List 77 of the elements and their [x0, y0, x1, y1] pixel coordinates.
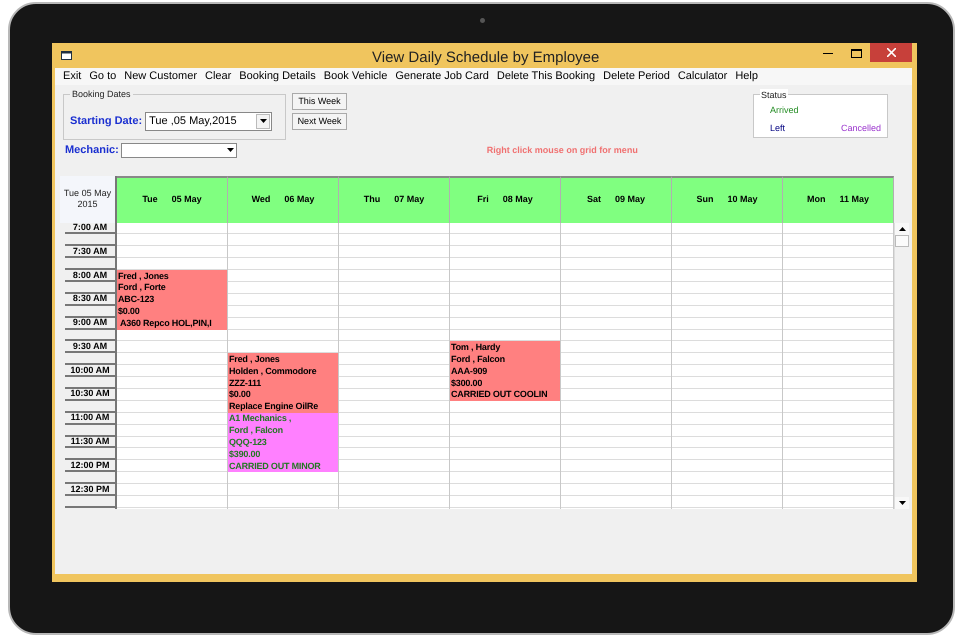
corner-date-cell: Tue 05 May 2015 — [60, 176, 117, 222]
menu-item[interactable]: Exit — [63, 68, 82, 85]
group-title: Booking Dates — [70, 88, 133, 102]
menu-item[interactable]: New Customer — [124, 68, 197, 85]
scroll-thumb[interactable] — [895, 234, 909, 246]
day-date-label: 10 May — [727, 193, 758, 206]
dropdown-arrow-icon — [898, 500, 906, 504]
day-date-label: 09 May — [614, 193, 646, 206]
mechanic-dropdown[interactable] — [120, 142, 237, 158]
dropdown-arrow-icon — [260, 119, 267, 123]
booking-cell[interactable]: Replace Engine OilRe — [228, 400, 338, 413]
close-icon — [886, 48, 896, 57]
app-icon — [61, 51, 72, 60]
time-slot-label: 9:30 AM — [65, 341, 115, 354]
status-legend-label: Arrived — [770, 104, 800, 117]
window-title: View Daily Schedule by Employee — [372, 48, 600, 68]
day-date-label: 05 May — [172, 193, 202, 206]
day-date-label: 08 May — [502, 193, 533, 206]
vertical-scrollbar[interactable] — [894, 222, 909, 508]
time-slot-label: 12:30 PM — [65, 484, 115, 496]
menu-item[interactable]: Delete Period — [603, 68, 670, 85]
day-date-label: 06 May — [284, 193, 314, 206]
booking-cell[interactable]: ABC-123 — [117, 294, 227, 306]
menu-item[interactable]: Delete This Booking — [496, 68, 596, 85]
dropdown-arrow-icon — [226, 148, 234, 152]
booking-cell[interactable]: CARRIED OUT COOLIN — [450, 388, 560, 401]
booking-cell[interactable]: Fred , Jones — [117, 270, 227, 282]
weekday-label: Sun — [696, 193, 714, 206]
scroll-down-button[interactable] — [895, 496, 909, 508]
time-slot-label: 7:00 AM — [65, 222, 115, 234]
time-slot-label: 10:00 AM — [65, 365, 115, 378]
weekday-label: Fri — [477, 193, 489, 206]
booking-cell[interactable]: Ford , Forte — [117, 282, 227, 294]
weekday-label: Sat — [586, 193, 601, 206]
time-slot-label: 7:30 AM — [65, 246, 115, 258]
time-slot-label: 11:30 AM — [65, 436, 115, 448]
day-date-label: 07 May — [394, 193, 424, 206]
time-slot-label: 11:00 AM — [65, 412, 115, 425]
time-slot-label: 12:00 PM — [65, 460, 115, 472]
day-date-label: 11 May — [839, 193, 870, 206]
scroll-up-button[interactable] — [895, 222, 909, 234]
weekday-label: Mon — [806, 193, 826, 206]
menu-item[interactable]: Go to — [89, 68, 116, 85]
time-slot-label: 8:00 AM — [65, 270, 115, 282]
date-dropdown[interactable]: Tue ,05 May,2015 — [145, 112, 272, 130]
booking-cell[interactable]: $0.00 — [117, 306, 227, 318]
time-slot-label: 8:30 AM — [65, 294, 115, 306]
grid-hint-text: Right click mouse on grid for menu — [486, 144, 638, 157]
weekday-label: Wed — [252, 193, 270, 206]
booking-cell[interactable]: Holden , Commodore — [228, 365, 338, 378]
status-legend-label: Cancelled — [840, 122, 881, 134]
booking-cell[interactable]: Ford , Falcon — [450, 353, 560, 366]
menu-item[interactable]: Help — [735, 68, 758, 85]
weekday-label: Thu — [364, 193, 380, 206]
field-label: Mechanic: — [65, 143, 119, 158]
booking-cell[interactable]: AAA-909 — [450, 365, 560, 378]
booking-cell[interactable]: Tom , Hardy — [450, 341, 560, 354]
week-button[interactable]: This Week — [292, 93, 347, 110]
status-legend-label: Left — [770, 122, 786, 134]
weekday-label: Tue — [142, 193, 158, 206]
time-slot-label: 10:30 AM — [65, 388, 115, 401]
booking-cell[interactable]: $0.00 — [228, 388, 338, 401]
booking-cell[interactable]: Fred , Jones — [228, 353, 338, 366]
close-button[interactable] — [870, 43, 912, 62]
up-arrow-icon — [898, 226, 906, 230]
menu-item[interactable]: Clear — [205, 68, 232, 85]
booking-cell[interactable]: ZZZ-111 — [228, 377, 338, 389]
menu-item[interactable]: Generate Job Card — [395, 68, 489, 85]
menu-item[interactable]: Book Vehicle — [324, 68, 388, 85]
camera-icon — [480, 18, 485, 23]
booking-cell[interactable]: A360 Repco HOL,PIN,I — [117, 318, 227, 330]
booking-cell[interactable]: $300.00 — [450, 377, 560, 389]
menu-item[interactable]: Calculator — [678, 68, 728, 85]
field-label: Starting Date: — [70, 114, 142, 129]
menu-item[interactable]: Booking Details — [239, 68, 316, 85]
time-slot-label: 9:00 AM — [65, 318, 115, 330]
week-button[interactable]: Next Week — [292, 113, 347, 130]
